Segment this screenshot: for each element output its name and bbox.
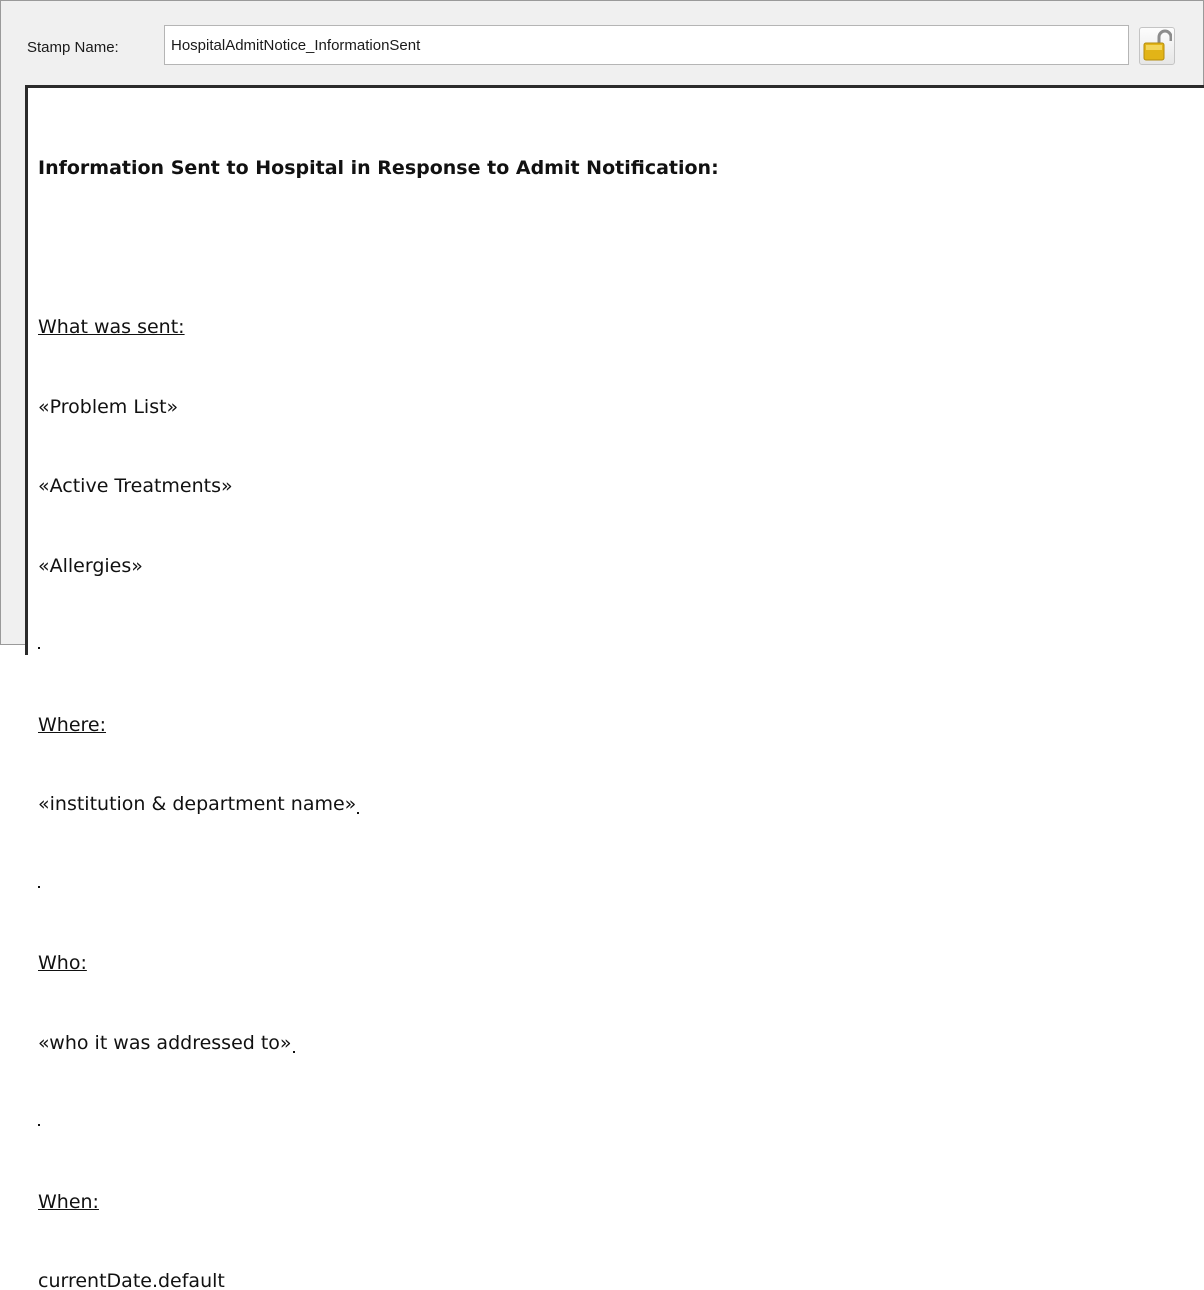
sent-item-problem-list: «Problem List» — [38, 395, 179, 418]
heading-line: Information Sent to Hospital in Response… — [38, 157, 719, 179]
sent-item-allergies: «Allergies» — [38, 554, 143, 577]
sent-item-active-treatments: «Active Treatments» — [38, 475, 233, 497]
separator-dot — [38, 647, 40, 649]
trailing-dot — [292, 1050, 295, 1053]
when-label: When: — [38, 1190, 99, 1213]
where-value: «institution & department name» — [38, 793, 357, 815]
unlocked-padlock-icon — [1143, 29, 1172, 61]
separator-dot — [38, 885, 40, 888]
lock-toggle-button[interactable] — [1139, 27, 1175, 65]
when-value: currentDate.default — [38, 1270, 225, 1290]
who-label: Who: — [38, 952, 87, 974]
stamp-name-input[interactable] — [164, 25, 1129, 65]
stamp-text-editor[interactable]: Information Sent to Hospital in Response… — [25, 85, 1204, 1290]
stamp-editor-window: Stamp Name: Information Sent to Hospital… — [0, 0, 1204, 1290]
what-sent-label: What was sent: — [38, 316, 185, 338]
editor-content: Information Sent to Hospital in Response… — [38, 102, 1204, 1290]
trailing-dot — [357, 812, 360, 814]
separator-dot — [38, 1124, 40, 1126]
who-value: «who it was addressed to» — [38, 1031, 292, 1054]
where-label: Where: — [38, 713, 107, 736]
stamp-name-label: Stamp Name: — [27, 39, 119, 56]
